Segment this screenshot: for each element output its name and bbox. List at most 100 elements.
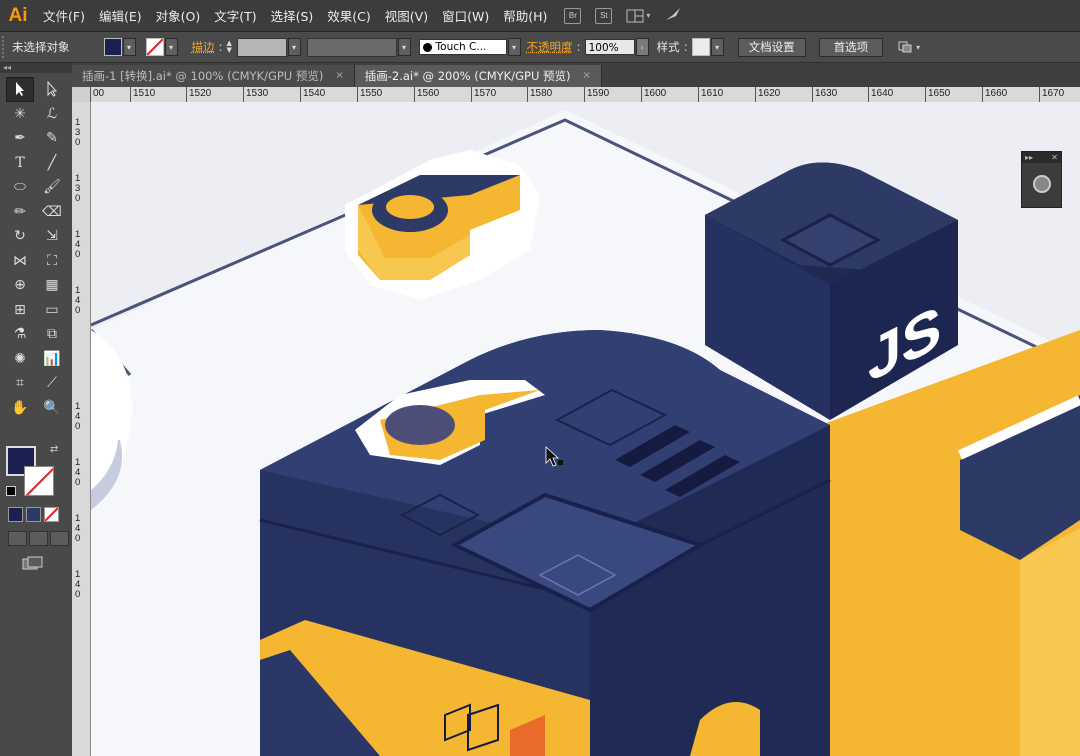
variable-width-profile[interactable] <box>306 37 397 57</box>
zoom-tool-icon[interactable]: 🔍 <box>38 396 66 421</box>
gpu-performance-icon[interactable] <box>664 6 682 25</box>
ruler-label: 1540 <box>300 87 325 102</box>
column-graph-tool-icon[interactable]: 📊 <box>38 347 66 372</box>
artboard-canvas[interactable]: JS <box>91 102 1080 756</box>
lasso-tool-icon[interactable]: ℒ <box>38 102 66 127</box>
width-tool-icon[interactable]: ⋈ <box>6 249 34 274</box>
ruler-label: 1 4 0 <box>75 401 81 432</box>
menu-view[interactable]: 视图(V) <box>378 6 435 25</box>
stroke-swatch[interactable] <box>145 38 164 56</box>
brush-dropdown[interactable]: ▾ <box>507 38 521 56</box>
menu-select[interactable]: 选择(S) <box>264 6 321 25</box>
free-transform-tool-icon[interactable]: ⛶ <box>38 249 66 274</box>
opacity-input[interactable]: 100% <box>584 39 635 55</box>
menu-file[interactable]: 文件(F) <box>36 6 92 25</box>
blend-tool-icon[interactable]: ⧉ <box>38 322 66 347</box>
tab-label: 插画-1 [转换].ai* @ 100% (CMYK/GPU 预览) <box>82 69 324 83</box>
arrange-documents-icon[interactable]: ▾ <box>626 9 650 23</box>
stock-icon[interactable]: St <box>595 7 613 24</box>
curvature-tool-icon[interactable]: ✎ <box>38 126 66 151</box>
gradient-tool-icon[interactable]: ▭ <box>38 298 66 323</box>
tab-document-2[interactable]: 插画-2.ai* @ 200% (CMYK/GPU 预览) × <box>354 65 602 87</box>
type-tool-icon[interactable]: T <box>6 151 34 176</box>
hand-tool-icon[interactable]: ✋ <box>6 396 34 421</box>
menu-type[interactable]: 文字(T) <box>207 6 263 25</box>
document-tabs: 插画-1 [转换].ai* @ 100% (CMYK/GPU 预览) × 插画-… <box>72 63 1080 87</box>
slice-tool-icon[interactable]: ⟋ <box>38 371 66 396</box>
ellipse-tool-icon[interactable]: ⬭ <box>6 175 34 200</box>
fill-swatch[interactable] <box>103 38 122 56</box>
gradient-mode-icon[interactable] <box>26 507 41 522</box>
appearance-panel-icon[interactable] <box>1033 175 1051 193</box>
floating-panel-header[interactable]: ▸▸ ✕ <box>1022 152 1061 163</box>
ruler-label: 1610 <box>698 87 723 102</box>
eyedropper-tool-icon[interactable]: ⚗ <box>6 322 34 347</box>
stroke-weight-stepper[interactable]: ▲ ▼ <box>227 39 237 56</box>
ruler-label: 1 4 0 <box>75 229 81 260</box>
default-colors-icon[interactable] <box>6 486 16 496</box>
fill-stroke-widget[interactable]: ⇄ <box>6 444 64 500</box>
arrange-icon[interactable]: ▾ <box>897 40 920 54</box>
ruler-label: 1660 <box>982 87 1007 102</box>
color-mode-icon[interactable] <box>8 507 23 522</box>
ruler-label: 1590 <box>584 87 609 102</box>
ruler-label: 1570 <box>471 87 496 102</box>
menu-window[interactable]: 窗口(W) <box>435 6 496 25</box>
line-segment-tool-icon[interactable]: ╱ <box>38 151 66 176</box>
eraser-tool-icon[interactable]: ⌫ <box>38 200 66 225</box>
tools-panel: ◂◂ ✳ ℒ ✒ ✎ T ╱ ⬭ 🖌 ✏ ⌫ ↻ ⇲ ⋈ ⛶ ⊕ ▦ ⊞ ▭ ⚗… <box>0 63 73 756</box>
stroke-weight-dropdown[interactable]: ▾ <box>287 38 301 56</box>
close-icon[interactable]: × <box>583 65 591 87</box>
brush-definition[interactable]: Touch C... <box>418 39 507 55</box>
tools-panel-collapse-icon[interactable]: ◂◂ <box>0 63 72 73</box>
symbol-sprayer-tool-icon[interactable]: ✺ <box>6 347 34 372</box>
style-dropdown[interactable]: ▾ <box>710 38 724 56</box>
draw-normal-icon[interactable] <box>8 531 27 546</box>
fill-dropdown[interactable]: ▾ <box>122 38 136 56</box>
swap-fill-stroke-icon[interactable]: ⇄ <box>50 444 58 455</box>
draw-inside-icon[interactable] <box>50 531 69 546</box>
ruler-label: 1 4 0 <box>75 285 81 316</box>
magic-wand-tool-icon[interactable]: ✳ <box>6 102 34 127</box>
close-icon[interactable]: × <box>335 65 343 87</box>
floating-panel[interactable]: ▸▸ ✕ <box>1021 151 1062 208</box>
vertical-ruler[interactable]: 1 3 0 1 3 0 1 4 0 1 4 0 1 4 0 1 4 0 1 4 … <box>72 102 91 756</box>
pencil-tool-icon[interactable]: ✏ <box>6 200 34 225</box>
menu-effect[interactable]: 效果(C) <box>320 6 377 25</box>
preferences-button[interactable]: 首选项 <box>818 37 884 57</box>
stroke-dropdown[interactable]: ▾ <box>164 38 178 56</box>
stroke-weight-input[interactable] <box>236 37 287 57</box>
selection-tool-icon[interactable] <box>6 77 34 102</box>
menu-object[interactable]: 对象(O) <box>149 6 208 25</box>
paintbrush-tool-icon[interactable]: 🖌 <box>38 175 66 200</box>
mesh-tool-icon[interactable]: ⊞ <box>6 298 34 323</box>
pen-tool-icon[interactable]: ✒ <box>6 126 34 151</box>
direct-selection-tool-icon[interactable] <box>38 77 66 102</box>
none-mode-icon[interactable] <box>44 507 59 522</box>
document-setup-button[interactable]: 文档设置 <box>737 37 806 57</box>
shape-builder-tool-icon[interactable]: ⊕ <box>6 273 34 298</box>
opacity-label[interactable]: 不透明度 <box>527 39 573 55</box>
horizontal-ruler[interactable]: 00 1510 1520 1530 1540 1550 1560 1570 15… <box>90 87 1080 103</box>
profile-dropdown[interactable]: ▾ <box>397 38 411 56</box>
draw-behind-icon[interactable] <box>29 531 48 546</box>
menu-edit[interactable]: 编辑(E) <box>92 6 149 25</box>
ruler-label: 1650 <box>925 87 950 102</box>
isometric-illustration[interactable]: JS <box>91 102 1080 756</box>
collapse-icon[interactable]: ▸▸ <box>1025 152 1033 163</box>
scale-tool-icon[interactable]: ⇲ <box>38 224 66 249</box>
close-icon[interactable]: ✕ <box>1051 152 1058 163</box>
ruler-origin[interactable] <box>72 87 91 103</box>
stroke-color-box[interactable] <box>24 466 54 496</box>
panel-grip[interactable] <box>2 36 10 58</box>
rotate-tool-icon[interactable]: ↻ <box>6 224 34 249</box>
screen-mode-icon[interactable] <box>22 556 44 570</box>
perspective-grid-tool-icon[interactable]: ▦ <box>38 273 66 298</box>
graphic-style-swatch[interactable] <box>691 38 710 56</box>
artboard-tool-icon[interactable]: ⌗ <box>6 371 34 396</box>
opacity-dropdown[interactable]: › <box>635 38 649 56</box>
menu-help[interactable]: 帮助(H) <box>496 6 554 25</box>
stroke-label[interactable]: 描边 <box>192 39 215 55</box>
bridge-icon[interactable]: Br <box>564 7 582 24</box>
tab-document-1[interactable]: 插画-1 [转换].ai* @ 100% (CMYK/GPU 预览) × <box>72 65 355 87</box>
